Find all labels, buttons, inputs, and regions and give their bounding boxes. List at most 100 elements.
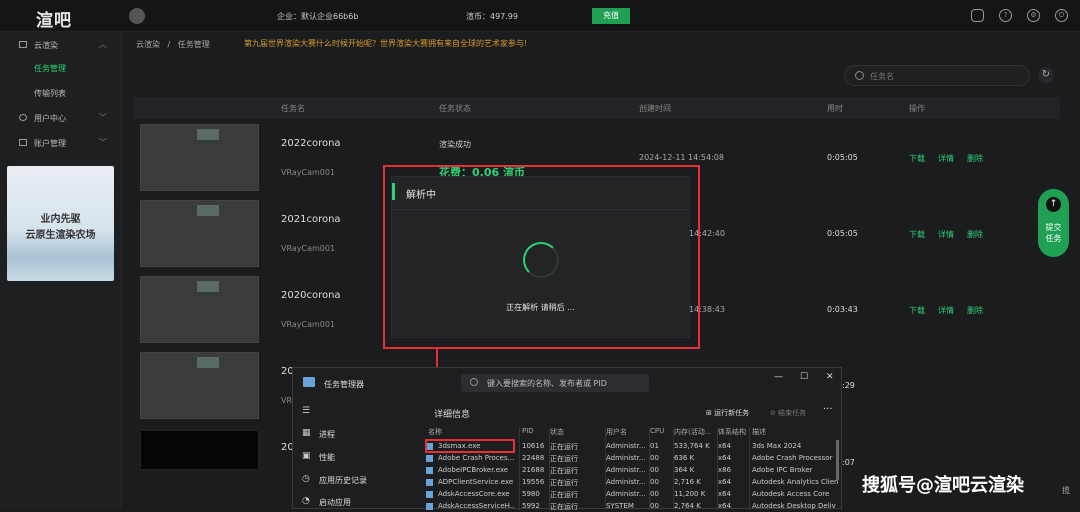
promo-banner[interactable]: 业内先驱 云原生渲染农场 (7, 166, 114, 281)
hamburger-icon[interactable]: ☰ (302, 406, 310, 416)
process-cell: 正在运行 (550, 467, 578, 475)
task-search-input[interactable]: 任务名 (844, 65, 1030, 86)
notice-text[interactable]: 第九届世界渲染大赛什么时候开始呢？世界渲染大赛拥有来自全球的艺术家参与! (244, 38, 527, 49)
banner-subtitle: 云原生渲染农场 (25, 230, 96, 241)
process-cell: 2,716 K (674, 478, 701, 486)
headset-icon[interactable] (971, 9, 984, 22)
process-name[interactable]: AdobeIPCBroker.exe (428, 466, 514, 474)
image-icon (19, 41, 27, 48)
task-thumbnail[interactable] (140, 124, 259, 191)
column-header[interactable]: PID (522, 427, 548, 435)
chevron-down-icon: ﹀ (99, 113, 107, 122)
column-header[interactable]: 内存(活动... (674, 427, 716, 437)
grid-icon (19, 139, 27, 146)
refresh-icon[interactable]: ↻ (1038, 67, 1054, 83)
maximize-icon[interactable]: ☐ (800, 372, 808, 382)
company-label[interactable]: 企业：默认企业66b6b (277, 11, 358, 22)
divider (392, 209, 689, 210)
chevron-down-icon: ﹀ (99, 138, 107, 147)
task-duration: :07 (842, 458, 855, 467)
column-header[interactable]: 用户名 (606, 427, 648, 437)
sidebar-item-task-manage[interactable]: 任务管理 (34, 63, 66, 74)
breadcrumb: 云渲染 / 任务管理 (136, 39, 210, 50)
end-task-label: 结束任务 (778, 409, 807, 417)
task-thumbnail[interactable] (140, 352, 259, 419)
gear-icon[interactable]: ⚙ (1027, 9, 1040, 22)
recharge-button[interactable]: 充值 (592, 8, 630, 24)
delete-link[interactable]: 删除 (967, 229, 983, 240)
more-options-icon[interactable]: ··· (823, 404, 833, 415)
process-cell: Administr... (606, 478, 646, 486)
column-header[interactable]: 体系结构 (718, 427, 750, 437)
help-icon[interactable]: ? (999, 9, 1012, 22)
download-link[interactable]: 下载 (909, 153, 925, 164)
nav-startup-apps[interactable]: 启动应用 (319, 497, 351, 508)
process-cell: 636 K (674, 454, 695, 462)
search-icon (470, 378, 478, 386)
process-cell: 5980 (522, 490, 540, 498)
task-thumbnail[interactable] (140, 276, 259, 343)
nav-processes[interactable]: 进程 (319, 429, 335, 440)
process-cell: Adobe IPC Broker (752, 466, 813, 474)
download-link[interactable]: 下载 (909, 305, 925, 316)
process-cell: Adobe Crash Processor (752, 454, 833, 462)
process-name[interactable]: AdskAccessCore.exe (428, 490, 514, 498)
process-search-input[interactable]: 键入要搜索的名称、发布者或 PID (461, 374, 649, 392)
process-cell: 正在运行 (550, 503, 578, 511)
breadcrumb-root[interactable]: 云渲染 (136, 40, 160, 49)
sidebar-item-transfer-list[interactable]: 传输列表 (34, 88, 66, 99)
minimize-icon[interactable]: — (774, 372, 783, 382)
end-task-button[interactable]: ⊘ 结束任务 (770, 408, 806, 418)
column-header[interactable]: CPU (650, 427, 670, 435)
scrollbar[interactable] (836, 440, 839, 480)
window-title: 任务管理器 (324, 380, 364, 389)
nav-app-history[interactable]: 应用历史记录 (319, 475, 367, 486)
task-camera: VRayCam001 (281, 168, 336, 177)
task-camera: VRayCam001 (281, 320, 336, 329)
delete-link[interactable]: 删除 (967, 153, 983, 164)
power-icon[interactable]: ⏻ (1055, 9, 1068, 22)
detail-link[interactable]: 详情 (938, 305, 954, 316)
column-header[interactable]: 状态 (550, 427, 602, 437)
startup-icon: ◔ (302, 496, 310, 506)
task-name: 2022corona (281, 138, 341, 149)
loading-spinner-icon (523, 242, 559, 278)
submit-label-2: 任务 (1045, 234, 1062, 243)
process-cell: 00 (650, 466, 659, 474)
detail-link[interactable]: 详情 (938, 153, 954, 164)
column-header[interactable]: 名称 (428, 427, 514, 437)
process-cell: x64 (718, 490, 732, 498)
task-manager-icon (303, 377, 315, 387)
task-name: 2020corona (281, 290, 341, 301)
watermark: 搜狐号@渲吧云渲染 (862, 475, 1024, 496)
submit-task-button[interactable]: ↑ 提交 任务 (1038, 189, 1069, 257)
task-thumbnail[interactable] (140, 430, 259, 470)
process-cell: 正在运行 (550, 491, 578, 499)
column-header-duration: 用时 (827, 104, 843, 113)
nav-performance[interactable]: 性能 (319, 452, 335, 463)
column-separator (519, 427, 520, 510)
task-created: 2024-12-11 14:54:08 (639, 153, 724, 162)
process-icon (426, 455, 433, 462)
process-cell: 3ds Max 2024 (752, 442, 802, 450)
run-new-task-button[interactable]: ⊞ 运行新任务 (706, 408, 749, 418)
task-thumbnail[interactable] (140, 200, 259, 267)
close-icon[interactable]: ✕ (826, 372, 834, 382)
column-header[interactable]: 描述 (752, 427, 840, 437)
process-cell: 10616 (522, 442, 545, 450)
task-manager-window[interactable]: 任务管理器 键入要搜索的名称、发布者或 PID — ☐ ✕ ☰ ▦ 进程 ▣ 性… (292, 367, 842, 511)
column-header-actions: 操作 (909, 104, 925, 113)
process-name[interactable]: ADPClientService.exe (428, 478, 514, 486)
avatar[interactable] (129, 8, 145, 24)
breadcrumb-current: 任务管理 (177, 40, 210, 49)
download-link[interactable]: 下载 (909, 229, 925, 240)
search-icon (855, 71, 864, 80)
detail-link[interactable]: 详情 (938, 229, 954, 240)
sidebar-item-account-manage[interactable]: 账户管理 ﹀ (0, 132, 122, 154)
sidebar-item-user-center[interactable]: 用户中心 ﹀ (0, 107, 122, 129)
sidebar-item-cloud-render[interactable]: 云渲染 ︿ (0, 34, 122, 56)
process-cell: 533,764 K (674, 442, 710, 450)
delete-link[interactable]: 删除 (967, 305, 983, 316)
process-name[interactable]: Adobe Crash Proces... (428, 454, 514, 462)
sidebar: 云渲染 ︿ 任务管理 传输列表 用户中心 ﹀ 账户管理 ﹀ 业内先驱 云原生渲染… (0, 32, 122, 509)
